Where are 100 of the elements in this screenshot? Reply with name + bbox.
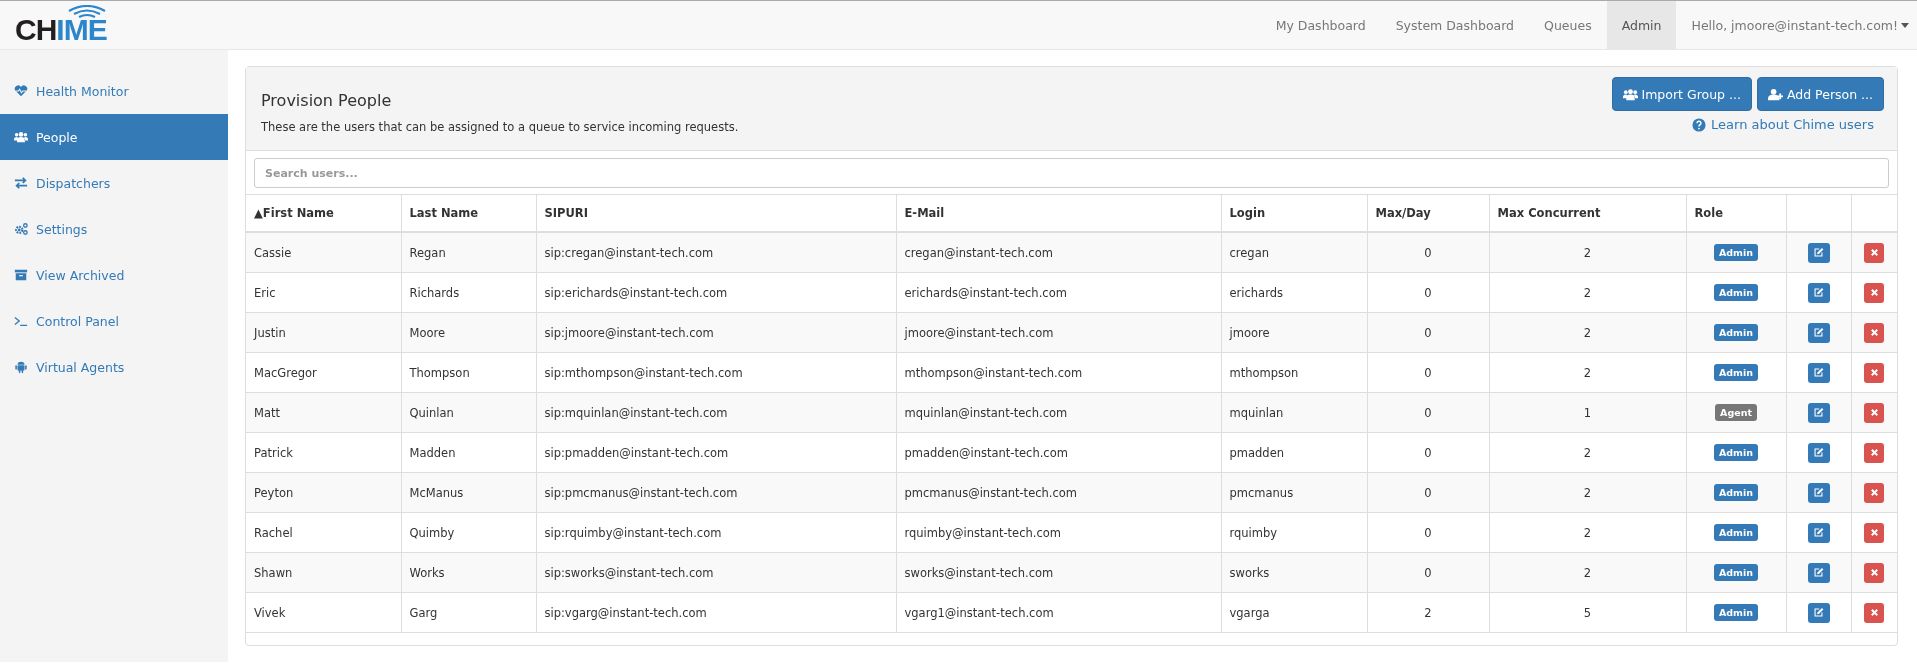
sidebar-item[interactable]: People <box>0 114 228 160</box>
edit-icon <box>1813 527 1824 538</box>
sidebar-item[interactable]: Virtual Agents <box>0 344 228 390</box>
sidebar-item[interactable]: Dispatchers <box>0 160 228 206</box>
role-badge: Admin <box>1713 524 1759 541</box>
nav-link[interactable]: My Dashboard <box>1260 1 1381 49</box>
table-cell: pmcmanus <box>1221 472 1367 513</box>
sidebar-item[interactable]: Control Panel <box>0 298 228 344</box>
edit-button[interactable] <box>1807 362 1830 383</box>
table-cell: 2 <box>1489 312 1686 353</box>
table-cell: 2 <box>1489 472 1686 513</box>
close-icon <box>1868 447 1880 458</box>
nav-link[interactable]: Queues <box>1529 1 1607 49</box>
table-cell: Garg <box>401 592 536 633</box>
edit-button[interactable] <box>1807 242 1830 263</box>
table-cell: Justin <box>246 312 401 353</box>
delete-button[interactable] <box>1864 482 1885 503</box>
table-cell: vgarg1@instant-tech.com <box>896 592 1221 633</box>
people-icon <box>14 130 28 144</box>
table-cell: 0 <box>1367 312 1489 353</box>
table-cell: 0 <box>1367 272 1489 313</box>
sidebar-label: Settings <box>36 221 88 237</box>
close-icon <box>1868 407 1880 418</box>
role-badge: Agent <box>1715 404 1757 421</box>
table-cell: Patrick <box>246 432 401 473</box>
help-link[interactable]: Learn about Chime users <box>1692 117 1874 132</box>
sidebar-item[interactable]: Settings <box>0 206 228 252</box>
role-badge: Admin <box>1713 444 1759 461</box>
search-field[interactable]: Search users... <box>254 158 1889 188</box>
edit-button[interactable] <box>1807 562 1830 583</box>
table-cell: 0 <box>1367 512 1489 553</box>
delete-button[interactable] <box>1864 322 1885 343</box>
heart-pulse-icon <box>14 84 28 98</box>
import-group-button[interactable]: Import Group ... <box>1611 77 1752 111</box>
delete-button[interactable] <box>1864 522 1885 543</box>
delete-button[interactable] <box>1864 362 1885 383</box>
sidebar-label: Virtual Agents <box>36 359 125 375</box>
table-cell: vgarga <box>1221 592 1367 633</box>
edit-icon <box>1813 247 1824 258</box>
close-icon <box>1868 287 1880 298</box>
edit-button[interactable] <box>1807 322 1830 343</box>
delete-button[interactable] <box>1864 402 1885 423</box>
table-cell: sip:cregan@instant-tech.com <box>536 232 896 273</box>
close-icon <box>1868 527 1880 538</box>
role-badge: Admin <box>1713 324 1759 341</box>
edit-button[interactable] <box>1807 282 1830 303</box>
box-icon <box>14 268 28 282</box>
role-badge: Admin <box>1713 244 1759 261</box>
table-cell: 1 <box>1489 392 1686 433</box>
edit-icon <box>1813 407 1824 418</box>
nav-link[interactable]: Admin <box>1606 1 1677 49</box>
delete-button[interactable] <box>1864 242 1885 263</box>
table-cell: mquinlan@instant-tech.com <box>896 392 1221 433</box>
edit-button[interactable] <box>1807 482 1830 503</box>
table-cell: Cassie <box>246 232 401 273</box>
table-cell: 0 <box>1367 472 1489 513</box>
edit-button[interactable] <box>1807 522 1830 543</box>
table-cell: MacGregor <box>246 352 401 393</box>
sidebar-label: Dispatchers <box>36 175 111 191</box>
table-cell: sip:sworks@instant-tech.com <box>536 552 896 593</box>
edit-button[interactable] <box>1807 402 1830 423</box>
table-cell: Regan <box>401 232 536 273</box>
table-cell: 2 <box>1489 432 1686 473</box>
edit-button[interactable] <box>1807 602 1830 623</box>
sidebar-item[interactable]: Health Monitor <box>0 68 228 114</box>
table-cell: Matt <box>246 392 401 433</box>
chime-logo[interactable]: CHIME <box>15 1 107 49</box>
edit-button[interactable] <box>1807 442 1830 463</box>
table-cell: sip:vgarg@instant-tech.com <box>536 592 896 633</box>
table-cell: pmcmanus@instant-tech.com <box>896 472 1221 513</box>
delete-button[interactable] <box>1864 282 1885 303</box>
nav-link[interactable]: System Dashboard <box>1380 1 1530 49</box>
edit-icon <box>1813 327 1824 338</box>
table-cell: 2 <box>1489 232 1686 273</box>
add-person-button[interactable]: Add Person ... <box>1756 77 1884 111</box>
robot-icon <box>14 360 28 374</box>
table-cell: Vivek <box>246 592 401 633</box>
delete-button[interactable] <box>1864 602 1885 623</box>
delete-button[interactable] <box>1864 442 1885 463</box>
table-cell: Quinlan <box>401 392 536 433</box>
table-cell: 0 <box>1367 232 1489 273</box>
edit-icon <box>1813 607 1824 618</box>
table-cell: 0 <box>1367 392 1489 433</box>
people-icon <box>1622 86 1638 102</box>
table-cell: Moore <box>401 312 536 353</box>
table-cell: McManus <box>401 472 536 513</box>
table-cell: 0 <box>1367 352 1489 393</box>
sidebar-item[interactable]: View Archived <box>0 252 228 298</box>
close-icon <box>1868 367 1880 378</box>
table-cell: erichards <box>1221 272 1367 313</box>
role-badge: Admin <box>1713 484 1759 501</box>
table-cell: Thompson <box>401 352 536 393</box>
user-menu[interactable]: Hello, jmoore@instant-tech.com! <box>1676 1 1917 49</box>
delete-button[interactable] <box>1864 562 1885 583</box>
terminal-prompt-icon <box>14 314 28 328</box>
sidebar-label: Control Panel <box>36 313 119 329</box>
table-cell: Madden <box>401 432 536 473</box>
table-cell: sip:erichards@instant-tech.com <box>536 272 896 313</box>
role-badge: Admin <box>1713 364 1759 381</box>
table-cell: rquimby@instant-tech.com <box>896 512 1221 553</box>
